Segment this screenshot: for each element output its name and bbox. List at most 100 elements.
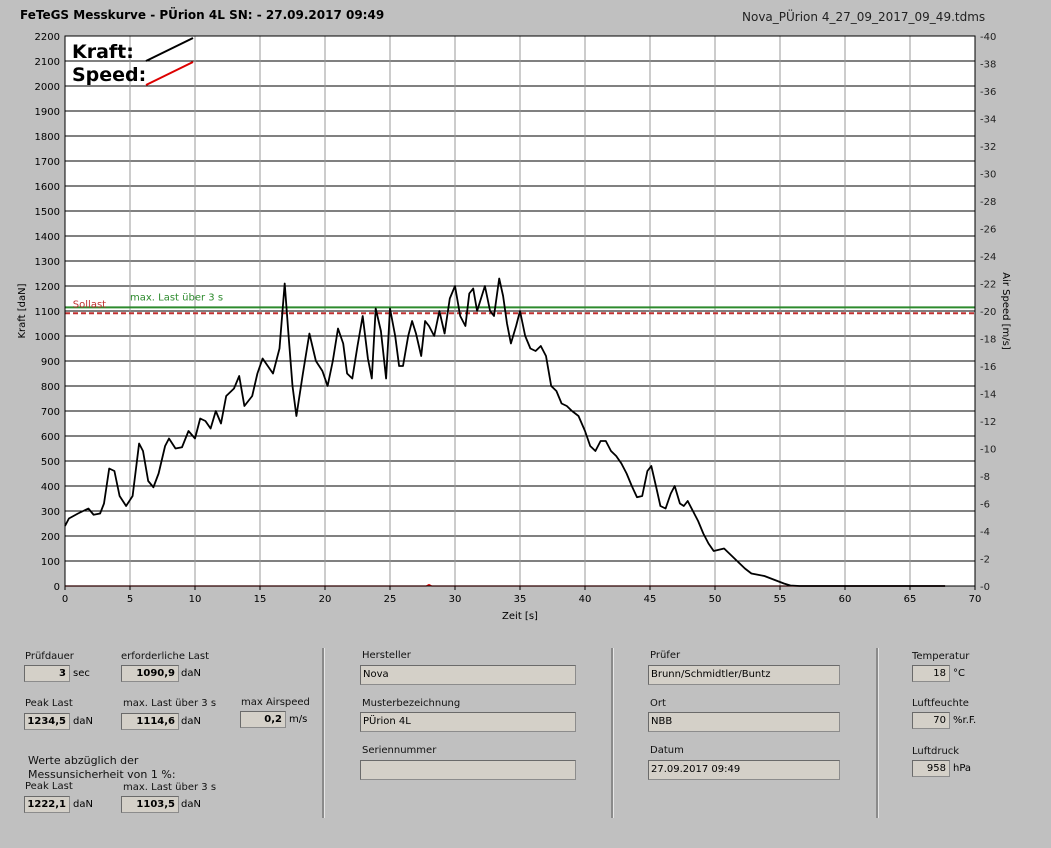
y2-tick-label-18: -18: [980, 335, 996, 346]
peak-last-corrected-value: 1222,1: [24, 796, 70, 813]
y-tick-label-500: 500: [41, 457, 60, 468]
y2-tick-label-4: -4: [980, 527, 990, 538]
y2-tick-label-2: -2: [980, 555, 990, 566]
separator-1: [322, 648, 325, 818]
x-tick-label-35: 35: [514, 594, 527, 605]
y-tick-label-1300: 1300: [35, 257, 60, 268]
y2-tick-label-24: -24: [980, 252, 996, 263]
y2-tick-label-16: -16: [980, 362, 996, 373]
y-tick-label-300: 300: [41, 507, 60, 518]
x-axis-label: Zeit [s]: [502, 611, 538, 622]
datum-value: 27.09.2017 09:49: [648, 760, 840, 780]
temperatur-value: 18: [912, 665, 950, 682]
max-last-unit: daN: [181, 716, 201, 727]
max-last-label: max. Last über 3 s: [123, 698, 217, 709]
x-tick-label-0: 0: [62, 594, 68, 605]
temperatur-label: Temperatur: [912, 651, 970, 662]
x-tick-label-55: 55: [774, 594, 787, 605]
y-tick-label-1500: 1500: [35, 207, 60, 218]
y2-tick-label-34: -34: [980, 115, 996, 126]
max-last-corrected-value: 1103,5: [121, 796, 179, 813]
separator-2: [611, 648, 614, 818]
y2-tick-label-30: -30: [980, 170, 996, 181]
note-line-2: Messunsicherheit von 1 %:: [28, 768, 176, 781]
hersteller-value: Nova: [360, 665, 576, 685]
file-name: Nova_PÜrion 4_27_09_2017_09_49.tdms: [742, 10, 986, 24]
max-last-value: 1114,6: [121, 713, 179, 730]
y-tick-label-100: 100: [41, 557, 60, 568]
luftdruck-label: Luftdruck: [912, 746, 960, 757]
note-line-1: Werte abzüglich der: [28, 754, 139, 767]
force-speed-chart: 0100200300400500600700800900100011001200…: [17, 32, 1011, 622]
y-tick-label-1800: 1800: [35, 132, 60, 143]
y-axis-label: Kraft [daN]: [17, 283, 28, 338]
peak-last-label: Peak Last: [25, 698, 73, 709]
legend-label-speed: Speed:: [72, 64, 146, 86]
max-airspeed-value: 0,2: [240, 711, 286, 728]
x-tick-label-50: 50: [709, 594, 722, 605]
y-tick-label-2200: 2200: [35, 32, 60, 43]
x-tick-label-70: 70: [969, 594, 982, 605]
y-tick-label-800: 800: [41, 382, 60, 393]
y2-tick-label-12: -12: [980, 417, 996, 428]
luftfeuchte-label: Luftfeuchte: [912, 698, 969, 709]
y-tick-label-400: 400: [41, 482, 60, 493]
x-tick-label-5: 5: [127, 594, 133, 605]
musterbezeichnung-value: PÜrion 4L: [360, 712, 576, 732]
pruefer-value: Brunn/Schmidtler/Buntz: [648, 665, 840, 685]
hersteller-label: Hersteller: [362, 650, 411, 661]
y2-tick-label-6: -6: [980, 500, 990, 511]
y-tick-label-1600: 1600: [35, 182, 60, 193]
peak-last-unit: daN: [73, 716, 93, 727]
pruefdauer-label: Prüfdauer: [25, 651, 74, 662]
ort-label: Ort: [650, 698, 666, 709]
erforderliche-last-value: 1090,9: [121, 665, 179, 682]
x-tick-label-60: 60: [839, 594, 852, 605]
separator-3: [876, 648, 879, 818]
y-tick-label-0: 0: [54, 582, 60, 593]
max-airspeed-label: max Airspeed: [241, 697, 310, 708]
pruefer-label: Prüfer: [650, 650, 681, 661]
luftdruck-unit: hPa: [953, 763, 972, 774]
y-tick-label-1400: 1400: [35, 232, 60, 243]
ort-value: NBB: [648, 712, 840, 732]
y2-axis-label: Air Speed [m/s]: [1000, 272, 1011, 350]
luftfeuchte-value: 70: [912, 712, 950, 729]
peak-last-value: 1234,5: [24, 713, 70, 730]
y2-tick-label-10: -10: [980, 445, 996, 456]
y-tick-label-2000: 2000: [35, 82, 60, 93]
x-axis-ticks: 0 5 10 15 20 25 30 35 40 45 50 55 60 65 70: [62, 586, 982, 605]
y2-tick-label-28: -28: [980, 197, 996, 208]
y-tick-label-700: 700: [41, 407, 60, 418]
max-airspeed-unit: m/s: [289, 714, 308, 725]
y-tick-label-600: 600: [41, 432, 60, 443]
x-tick-label-10: 10: [189, 594, 202, 605]
y2-tick-label-26: -26: [980, 225, 996, 236]
y-tick-label-1200: 1200: [35, 282, 60, 293]
seriennummer-label: Seriennummer: [362, 745, 437, 756]
right-axis-ticks: -0 -2 -4 -6 -8 -10 -12 -14 -16 -18 -20 -22 -24 -26 -28…: [980, 32, 996, 593]
legend-label-kraft: Kraft:: [72, 41, 134, 63]
y-tick-label-200: 200: [41, 532, 60, 543]
y2-tick-label-22: -22: [980, 280, 996, 291]
y2-tick-label-20: -20: [980, 307, 996, 318]
datum-label: Datum: [650, 745, 684, 756]
y2-tick-label-8: -8: [980, 472, 990, 483]
x-tick-label-25: 25: [384, 594, 397, 605]
y2-tick-label-38: -38: [980, 60, 996, 71]
pruefdauer-unit: sec: [73, 668, 90, 679]
y2-tick-label-32: -32: [980, 142, 996, 153]
temperatur-unit: °C: [953, 668, 965, 679]
sollast-line-label: Sollast: [73, 299, 106, 310]
pruefdauer-value: 3: [24, 665, 70, 682]
x-tick-label-15: 15: [254, 594, 267, 605]
y2-tick-label-0: -0: [980, 582, 990, 593]
luftdruck-value: 958: [912, 760, 950, 777]
y-tick-label-1000: 1000: [35, 332, 60, 343]
max-last-corrected-unit: daN: [181, 799, 201, 810]
x-tick-label-20: 20: [319, 594, 332, 605]
y2-tick-label-14: -14: [980, 390, 996, 401]
y-tick-label-900: 900: [41, 357, 60, 368]
y-tick-label-1900: 1900: [35, 107, 60, 118]
seriennummer-value: [360, 760, 576, 780]
